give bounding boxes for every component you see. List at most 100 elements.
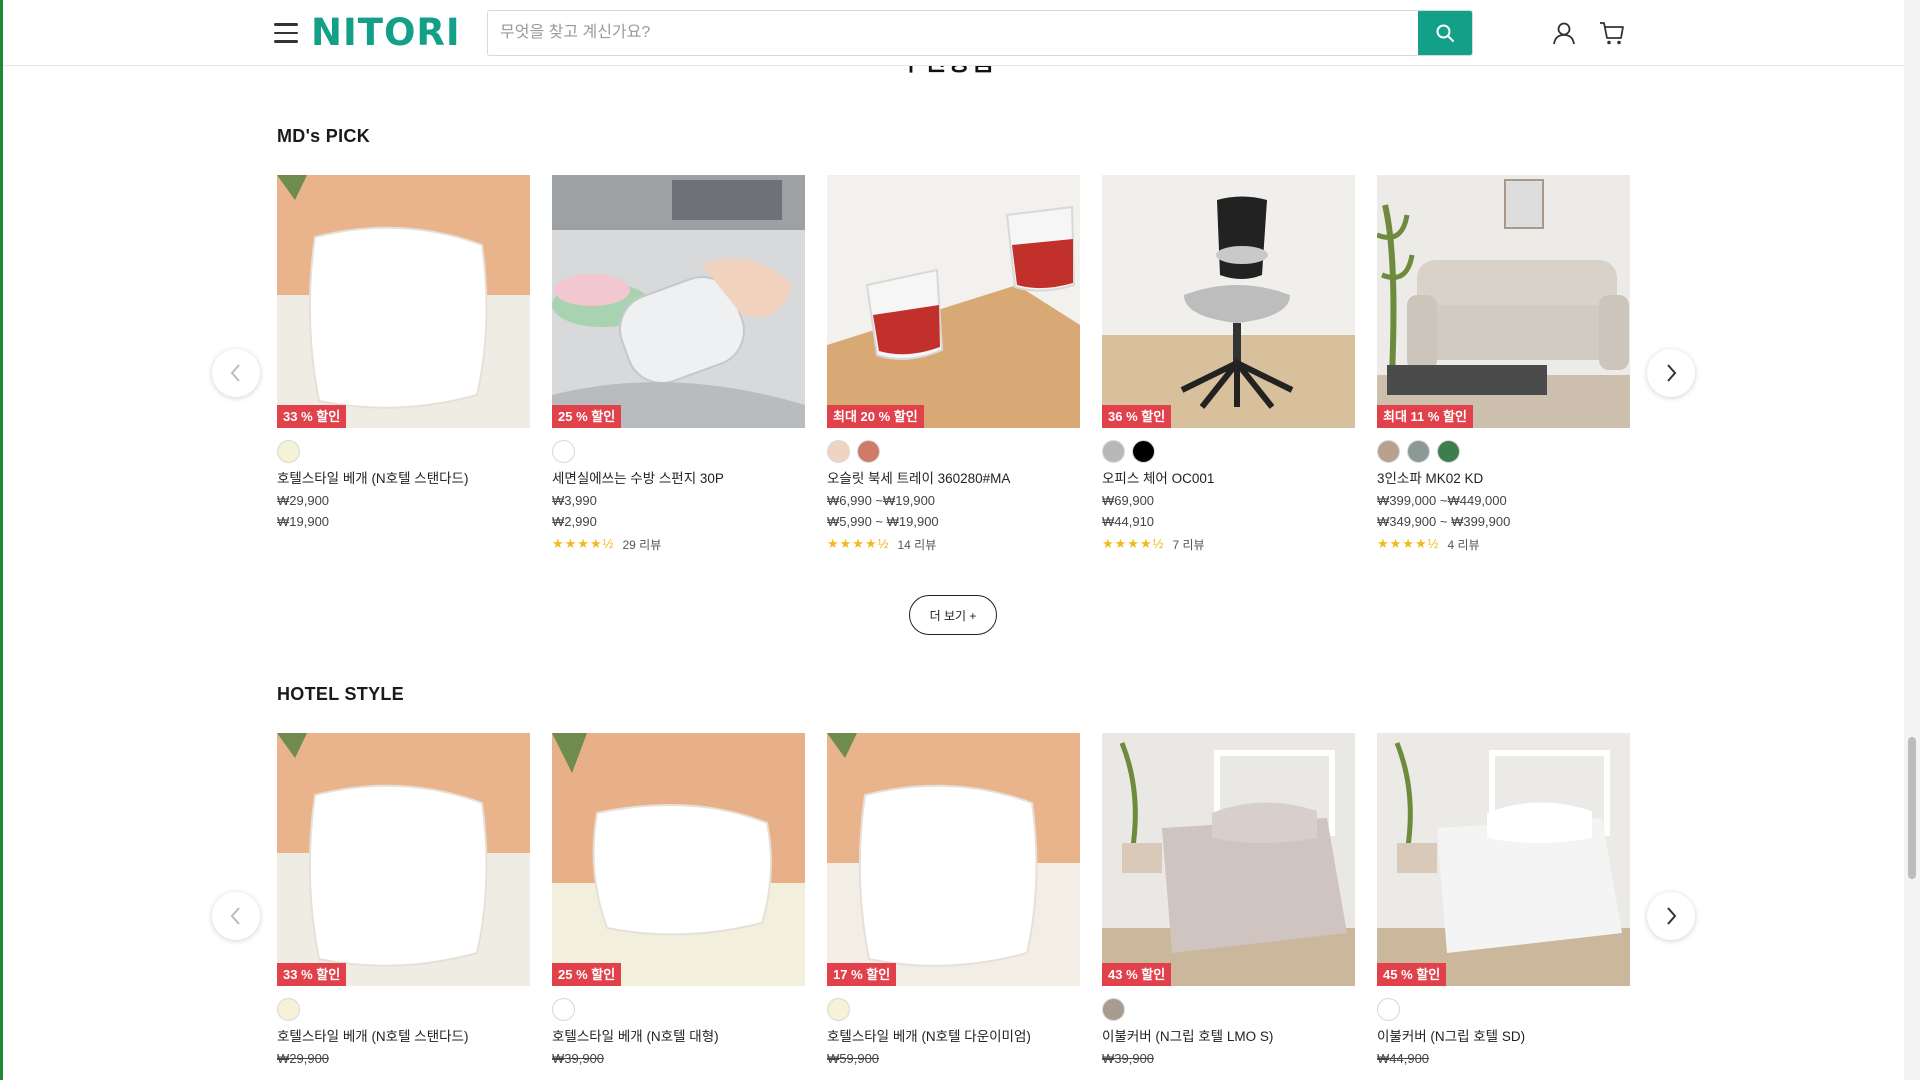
product-name[interactable]: 호텔스타일 베개 (N호텔 다운이미엄): [827, 1028, 1080, 1046]
product-price: ₩59,900: [827, 1051, 880, 1066]
discount-badge: 43 % 할인: [1102, 963, 1172, 986]
discount-badge: 45 % 할인: [1377, 963, 1447, 986]
color-swatches: [827, 440, 1080, 464]
user-icon[interactable]: [1548, 17, 1580, 49]
product-price: ₩39,900: [552, 1051, 605, 1066]
product-carousel: 33 % 할인 호텔스타일 베개 (N호텔 스탠다드) ₩29,900 ₩19,…: [277, 175, 1630, 552]
product-image-duvet-cover-white[interactable]: 45 % 할인: [1377, 733, 1630, 986]
product-name[interactable]: 이불커버 (N그립 호텔 LMO S): [1102, 1028, 1355, 1046]
product-card[interactable]: 17 % 할인 호텔스타일 베개 (N호텔 다운이미엄) ₩59,900: [827, 733, 1080, 1068]
color-swatches: [1102, 440, 1355, 464]
product-image-pillow[interactable]: 33 % 할인: [277, 733, 530, 986]
review-count[interactable]: 29 리뷰: [622, 536, 661, 553]
product-rating: ★★★★½ 14 리뷰: [827, 536, 1080, 552]
search-input[interactable]: [488, 11, 1418, 55]
carousel-prev-button[interactable]: [212, 892, 260, 940]
carousel-prev-button[interactable]: [212, 349, 260, 397]
menu-icon[interactable]: [274, 18, 304, 48]
color-swatch[interactable]: [1132, 440, 1155, 463]
search-button[interactable]: [1418, 11, 1472, 55]
product-sale-price: ₩5,990 ~ ₩19,900: [827, 514, 939, 529]
view-more-button[interactable]: 더 보기 +: [909, 595, 997, 635]
discount-badge: 25 % 할인: [552, 963, 622, 986]
product-price: ₩3,990: [552, 493, 597, 508]
product-card[interactable]: 최대 11 % 할인 3인소파 MK02 KD ₩399,000 ~₩449,0…: [1377, 175, 1630, 552]
chevron-right-icon: [1667, 907, 1677, 925]
product-name[interactable]: 오슬릿 북세 트레이 360280#MA: [827, 470, 1080, 488]
product-image-office-chair[interactable]: 36 % 할인: [1102, 175, 1355, 428]
rating-stars: ★★★★½: [1377, 536, 1440, 551]
product-name[interactable]: 이불커버 (N그립 호텔 SD): [1377, 1028, 1630, 1046]
discount-badge: 17 % 할인: [827, 963, 897, 986]
color-swatch[interactable]: [1102, 998, 1125, 1021]
product-image-sofa[interactable]: 최대 11 % 할인: [1377, 175, 1630, 428]
discount-badge: 36 % 할인: [1102, 405, 1172, 428]
color-swatches: [277, 440, 530, 464]
product-image-duvet-cover[interactable]: 43 % 할인: [1102, 733, 1355, 986]
product-card[interactable]: 43 % 할인 이불커버 (N그립 호텔 LMO S) ₩39,900: [1102, 733, 1355, 1068]
product-card[interactable]: 25 % 할인 세면실에쓰는 수방 스펀지 30P ₩3,990 ₩2,990 …: [552, 175, 805, 552]
product-rating: ★★★★½ 7 리뷰: [1102, 536, 1355, 552]
review-count[interactable]: 4 리뷰: [1447, 536, 1479, 553]
product-sale-price: ₩2,990: [552, 514, 597, 529]
product-price: ₩399,000 ~₩449,000: [1377, 493, 1507, 508]
product-rating: ★★★★½ 29 리뷰: [552, 536, 805, 552]
product-price: ₩29,900: [277, 493, 330, 508]
color-swatch[interactable]: [827, 440, 850, 463]
product-name[interactable]: 세면실에쓰는 수방 스펀지 30P: [552, 470, 805, 488]
product-name[interactable]: 오피스 체어 OC001: [1102, 470, 1355, 488]
discount-badge: 33 % 할인: [277, 963, 347, 986]
review-count[interactable]: 7 리뷰: [1172, 536, 1204, 553]
product-price: ₩69,900: [1102, 493, 1155, 508]
product-card[interactable]: 최대 20 % 할인 오슬릿 북세 트레이 360280#MA ₩6,990 ~…: [827, 175, 1080, 552]
rating-stars: ★★★★½: [827, 536, 890, 551]
product-card[interactable]: 33 % 할인 호텔스타일 베개 (N호텔 스탠다드) ₩29,900 ₩19,…: [277, 175, 530, 552]
discount-badge: 최대 11 % 할인: [1377, 405, 1473, 428]
product-name[interactable]: 호텔스타일 베개 (N호텔 스탠다드): [277, 470, 530, 488]
product-name[interactable]: 호텔스타일 베개 (N호텔 대형): [552, 1028, 805, 1046]
carousel-next-button[interactable]: [1647, 892, 1695, 940]
color-swatch[interactable]: [552, 998, 575, 1021]
nitori-logo[interactable]: NITORI: [311, 11, 461, 55]
product-image-sponge[interactable]: 25 % 할인: [552, 175, 805, 428]
product-card[interactable]: 36 % 할인 오피스 체어 OC001 ₩69,900 ₩44,910 ★★★…: [1102, 175, 1355, 552]
product-sale-price: ₩44,910: [1102, 514, 1155, 529]
color-swatch[interactable]: [1377, 440, 1400, 463]
scrollbar-thumb[interactable]: [1908, 737, 1916, 879]
color-swatches: [1377, 998, 1630, 1022]
product-rating: ★★★★½ 4 리뷰: [1377, 536, 1630, 552]
color-swatches: [552, 998, 805, 1022]
chevron-left-icon: [230, 907, 240, 925]
product-price: ₩29,900: [277, 1051, 330, 1066]
product-card[interactable]: 33 % 할인 호텔스타일 베개 (N호텔 스탠다드) ₩29,900: [277, 733, 530, 1068]
cart-icon[interactable]: [1596, 17, 1628, 49]
product-image-pillow[interactable]: 33 % 할인: [277, 175, 530, 428]
color-swatch[interactable]: [827, 998, 850, 1021]
product-image-tray[interactable]: 최대 20 % 할인: [827, 175, 1080, 428]
product-card[interactable]: 25 % 할인 호텔스타일 베개 (N호텔 대형) ₩39,900: [552, 733, 805, 1068]
color-swatch[interactable]: [1437, 440, 1460, 463]
product-image-pillow-down[interactable]: 17 % 할인: [827, 733, 1080, 986]
product-card[interactable]: 45 % 할인 이불커버 (N그립 호텔 SD) ₩44,900: [1377, 733, 1630, 1068]
color-swatch[interactable]: [552, 440, 575, 463]
product-price: ₩39,900: [1102, 1051, 1155, 1066]
color-swatches: [1377, 440, 1630, 464]
product-sale-price: ₩19,900: [277, 514, 330, 529]
site-header: NITORI: [0, 0, 1904, 66]
page-scrollbar[interactable]: [1904, 0, 1920, 1080]
rating-stars: ★★★★½: [1102, 536, 1165, 551]
product-image-pillow-large[interactable]: 25 % 할인: [552, 733, 805, 986]
product-sale-price: ₩349,900 ~ ₩399,900: [1377, 514, 1511, 529]
color-swatch[interactable]: [277, 998, 300, 1021]
color-swatch[interactable]: [277, 440, 300, 463]
color-swatches: [277, 998, 530, 1022]
color-swatch[interactable]: [1377, 998, 1400, 1021]
carousel-next-button[interactable]: [1647, 349, 1695, 397]
color-swatch[interactable]: [1102, 440, 1125, 463]
color-swatch[interactable]: [857, 440, 880, 463]
color-swatches: [1102, 998, 1355, 1022]
color-swatch[interactable]: [1407, 440, 1430, 463]
review-count[interactable]: 14 리뷰: [897, 536, 936, 553]
product-name[interactable]: 3인소파 MK02 KD: [1377, 470, 1630, 488]
product-name[interactable]: 호텔스타일 베개 (N호텔 스탠다드): [277, 1028, 530, 1046]
